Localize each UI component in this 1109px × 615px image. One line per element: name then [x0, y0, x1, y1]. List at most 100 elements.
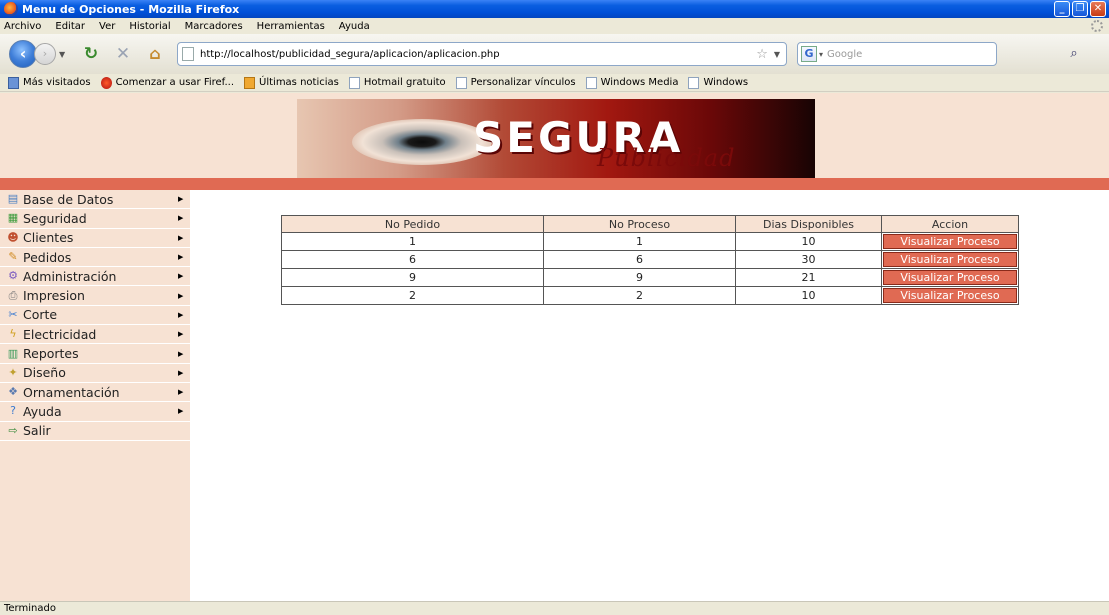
electricity-icon: ϟ — [9, 327, 17, 341]
search-box[interactable]: G ▾ Google — [797, 42, 997, 66]
cell-dias: 10 — [735, 232, 882, 251]
cell-dias: 30 — [735, 250, 882, 269]
bookmark-ultimas-noticias[interactable]: Últimas noticias — [244, 76, 339, 89]
table-row: 2 2 10 Visualizar Proceso — [281, 286, 1019, 305]
exit-icon: ⇨ — [8, 423, 18, 437]
visualizar-proceso-button[interactable]: Visualizar Proceso — [883, 252, 1017, 267]
bookmark-mas-visitados[interactable]: Más visitados — [8, 76, 91, 89]
sidebar-item-salir[interactable]: ⇨ Salir — [0, 422, 190, 441]
bookmark-personalizar[interactable]: Personalizar vínculos — [455, 76, 576, 89]
submenu-arrow-icon: ▶ — [178, 291, 184, 300]
sidebar-item-electricidad[interactable]: ϟ Electricidad ▶ — [0, 325, 190, 345]
help-icon: ? — [10, 404, 16, 418]
cell-no-proceso: 1 — [543, 232, 736, 251]
banner-subtitle: Publicidad — [597, 144, 736, 172]
bookmark-windows[interactable]: Windows — [688, 76, 748, 89]
url-text[interactable]: http://localhost/publicidad_segura/aplic… — [200, 49, 500, 60]
cell-no-proceso: 9 — [543, 268, 736, 287]
submenu-arrow-icon: ▶ — [178, 368, 184, 377]
menu-ayuda[interactable]: Ayuda — [332, 21, 377, 32]
search-icon[interactable]: ⌕ — [1066, 46, 1082, 62]
bookmark-windows-media[interactable]: Windows Media — [585, 76, 678, 89]
database-icon: ▤ — [7, 192, 19, 206]
cell-no-pedido: 9 — [281, 268, 544, 287]
menu-editar[interactable]: Editar — [48, 21, 92, 32]
table-row: 6 6 30 Visualizar Proceso — [281, 250, 1019, 269]
cell-no-proceso: 2 — [543, 286, 736, 305]
cell-no-pedido: 6 — [281, 250, 544, 269]
search-placeholder[interactable]: Google — [827, 49, 862, 60]
header-accion: Accion — [881, 215, 1019, 233]
sidebar-item-ayuda[interactable]: ? Ayuda ▶ — [0, 402, 190, 422]
visualizar-proceso-button[interactable]: Visualizar Proceso — [883, 288, 1017, 303]
window-title: Menu de Opciones - Mozilla Firefox — [22, 2, 240, 16]
sidebar-item-corte[interactable]: ✂ Corte ▶ — [0, 306, 190, 326]
submenu-arrow-icon: ▶ — [178, 330, 184, 339]
submenu-arrow-icon: ▶ — [178, 214, 184, 223]
print-icon: ⎙ — [8, 288, 18, 302]
url-bar[interactable]: http://localhost/publicidad_segura/aplic… — [177, 42, 787, 66]
eye-graphic — [352, 119, 492, 165]
firefox-bookmark-icon — [100, 76, 112, 89]
search-engine-dropdown-icon[interactable]: ▾ — [819, 50, 823, 59]
header-divider — [0, 178, 1109, 190]
page-icon — [455, 76, 467, 89]
design-icon: ✦ — [8, 365, 18, 379]
sidebar-item-administracion[interactable]: ⚙ Administración ▶ — [0, 267, 190, 287]
orders-icon: ✎ — [8, 250, 18, 264]
maximize-button[interactable]: ❐ — [1072, 1, 1088, 17]
bookmark-hotmail[interactable]: Hotmail gratuito — [348, 76, 446, 89]
status-bar: Terminado — [0, 601, 1109, 615]
home-icon[interactable]: ⌂ — [145, 44, 165, 64]
close-button[interactable]: ✕ — [1090, 1, 1106, 17]
sidebar-item-ornamentacion[interactable]: ❖ Ornamentación ▶ — [0, 383, 190, 403]
sidebar-item-clientes[interactable]: ☻ Clientes ▶ — [0, 229, 190, 248]
url-dropdown-icon[interactable]: ▼ — [774, 50, 780, 59]
menu-marcadores[interactable]: Marcadores — [178, 21, 250, 32]
menu-archivo[interactable]: Archivo — [0, 21, 48, 32]
submenu-arrow-icon: ▶ — [178, 253, 184, 262]
sidebar-item-pedidos[interactable]: ✎ Pedidos ▶ — [0, 248, 190, 268]
bookmark-comenzar[interactable]: Comenzar a usar Firef... — [100, 76, 234, 89]
sidebar-item-reportes[interactable]: ▥ Reportes ▶ — [0, 344, 190, 364]
throbber-icon — [1091, 20, 1103, 32]
menu-bar: Archivo Editar Ver Historial Marcadores … — [0, 18, 1109, 34]
forward-button[interactable]: › — [34, 43, 56, 65]
menu-herramientas[interactable]: Herramientas — [250, 21, 332, 32]
window-controls: _ ❐ ✕ — [1054, 1, 1106, 17]
page-icon — [182, 47, 194, 61]
stop-icon[interactable]: ✕ — [113, 44, 133, 64]
submenu-arrow-icon: ▶ — [178, 310, 184, 319]
sidebar-item-diseno[interactable]: ✦ Diseño ▶ — [0, 364, 190, 383]
cut-icon: ✂ — [8, 307, 18, 321]
main-panel: No Pedido No Proceso Dias Disponibles Ac… — [190, 190, 1109, 601]
history-dropdown-icon[interactable]: ▼ — [59, 50, 69, 59]
back-button[interactable]: ‹ — [9, 40, 37, 68]
minimize-button[interactable]: _ — [1054, 1, 1070, 17]
page-content: SEGURA Publicidad ▤ Base de Datos ▶ ▦ Se… — [0, 93, 1109, 601]
visualizar-proceso-button[interactable]: Visualizar Proceso — [883, 234, 1017, 249]
sidebar-item-impresion[interactable]: ⎙ Impresion ▶ — [0, 286, 190, 306]
sidebar-menu: ▤ Base de Datos ▶ ▦ Seguridad ▶ ☻ Client… — [0, 190, 190, 601]
bookmark-star-icon[interactable]: ☆ — [756, 47, 768, 62]
submenu-arrow-icon: ▶ — [178, 349, 184, 358]
submenu-arrow-icon: ▶ — [178, 195, 184, 204]
header-no-proceso: No Proceso — [543, 215, 736, 233]
page-icon — [585, 76, 597, 89]
most-visited-icon — [8, 76, 19, 89]
cell-no-pedido: 2 — [281, 286, 544, 305]
table-header-row: No Pedido No Proceso Dias Disponibles Ac… — [281, 215, 1019, 233]
page-icon — [688, 76, 700, 89]
reload-icon[interactable]: ↻ — [81, 44, 101, 64]
firefox-icon — [4, 2, 18, 16]
menu-historial[interactable]: Historial — [122, 21, 177, 32]
google-icon[interactable]: G — [801, 46, 817, 62]
header-area: SEGURA Publicidad — [0, 93, 1109, 178]
menu-ver[interactable]: Ver — [92, 21, 122, 32]
sidebar-item-seguridad[interactable]: ▦ Seguridad ▶ — [0, 209, 190, 229]
submenu-arrow-icon: ▶ — [178, 233, 184, 242]
admin-icon: ⚙ — [8, 269, 18, 283]
sidebar-item-base-de-datos[interactable]: ▤ Base de Datos ▶ — [0, 190, 190, 210]
visualizar-proceso-button[interactable]: Visualizar Proceso — [883, 270, 1017, 285]
submenu-arrow-icon: ▶ — [178, 407, 184, 416]
